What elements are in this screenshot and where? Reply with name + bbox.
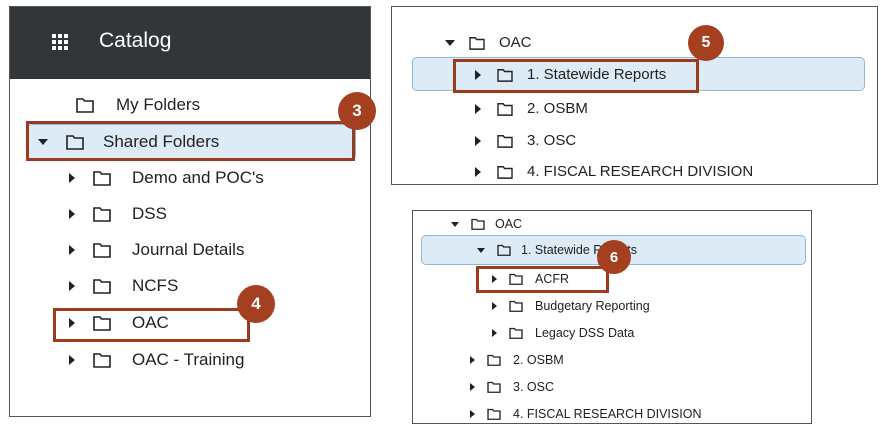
folder-icon <box>497 244 511 256</box>
tree-item-label: DSS <box>132 204 167 223</box>
chevron-down-icon[interactable] <box>445 39 455 46</box>
chevron-right-icon[interactable] <box>69 209 75 219</box>
tree-item-oac[interactable]: OAC <box>445 34 532 51</box>
folder-icon <box>469 36 485 50</box>
catalog-title: Catalog <box>99 29 172 52</box>
tree-item-label: 2. OSBM <box>513 353 564 367</box>
folder-icon <box>509 327 523 339</box>
folder-icon <box>509 300 523 312</box>
tree-item-fiscal-research[interactable]: 4. FISCAL RESEARCH DIVISION <box>475 163 753 180</box>
chevron-right-icon[interactable] <box>69 245 75 255</box>
chevron-right-icon[interactable] <box>492 302 497 310</box>
tree-item-osc[interactable]: 3. OSC <box>470 380 554 394</box>
tree-item-label: 2. OSBM <box>527 100 588 117</box>
folder-icon <box>93 353 111 368</box>
folder-icon <box>497 102 513 116</box>
oac-panel: OAC 1. Statewide Reports 2. OSBM 3. OSC … <box>391 6 878 185</box>
chevron-right-icon[interactable] <box>470 356 475 364</box>
tree-item-journal-details[interactable]: Journal Details <box>69 240 244 260</box>
callout-box-acfr <box>476 266 609 293</box>
step-badge-4: 4 <box>237 285 275 323</box>
chevron-right-icon[interactable] <box>475 166 481 177</box>
callout-box-statewide-reports <box>453 59 699 93</box>
app-grid-icon[interactable] <box>52 34 68 50</box>
folder-icon <box>471 218 485 230</box>
tree-item-label: OAC <box>499 34 532 51</box>
tree-item-legacy-dss-data[interactable]: Legacy DSS Data <box>492 326 634 340</box>
catalog-header: Catalog <box>10 7 370 79</box>
chevron-right-icon[interactable] <box>69 281 75 291</box>
chevron-right-icon[interactable] <box>470 383 475 391</box>
tree-item-budgetary-reporting[interactable]: Budgetary Reporting <box>492 299 650 313</box>
folder-icon <box>93 171 111 186</box>
chevron-right-icon[interactable] <box>492 329 497 337</box>
tree-item-osbm[interactable]: 2. OSBM <box>475 100 588 117</box>
tree-item-label: 4. FISCAL RESEARCH DIVISION <box>527 163 754 180</box>
tree-item-osbm[interactable]: 2. OSBM <box>470 353 564 367</box>
tree-item-label: 3. OSC <box>527 132 577 149</box>
folder-icon <box>497 165 513 179</box>
tree-item-label: Legacy DSS Data <box>535 326 635 340</box>
tree-item-ncfs[interactable]: NCFS <box>69 276 178 296</box>
folder-icon <box>93 279 111 294</box>
catalog-panel: Catalog My Folders Shared Folders Demo a… <box>9 6 371 417</box>
tree-item-label: OAC <box>495 217 523 231</box>
tree-item-label: Budgetary Reporting <box>535 299 650 313</box>
callout-box-shared-folders <box>26 121 355 161</box>
tree-item-label: 4. FISCAL RESEARCH DIVISION <box>513 407 702 421</box>
chevron-right-icon[interactable] <box>470 410 475 418</box>
folder-icon <box>487 408 501 420</box>
tree-item-dss[interactable]: DSS <box>69 204 167 224</box>
chevron-down-icon[interactable] <box>451 221 459 227</box>
step-badge-3: 3 <box>338 92 376 130</box>
chevron-right-icon[interactable] <box>69 355 75 365</box>
tree-item-label: Journal Details <box>132 240 245 259</box>
tree-item-fiscal-research[interactable]: 4. FISCAL RESEARCH DIVISION <box>470 407 701 421</box>
tree-item-label: OAC - Training <box>132 350 245 369</box>
tree-item-my-folders[interactable]: My Folders <box>76 95 200 115</box>
step-badge-5: 5 <box>688 25 724 61</box>
tree-item-oac-training[interactable]: OAC - Training <box>69 350 244 370</box>
chevron-right-icon[interactable] <box>69 173 75 183</box>
tree-item-osc[interactable]: 3. OSC <box>475 132 576 149</box>
folder-icon <box>487 354 501 366</box>
tree-item-oac[interactable]: OAC <box>451 217 522 231</box>
step-badge-6: 6 <box>597 240 631 274</box>
chevron-down-icon[interactable] <box>477 247 485 253</box>
tree-item-label: My Folders <box>116 95 201 114</box>
chevron-right-icon[interactable] <box>475 103 481 114</box>
folder-icon <box>93 243 111 258</box>
tree-item-label: Demo and POC's <box>132 168 264 187</box>
folder-icon <box>487 381 501 393</box>
tree-item-label: NCFS <box>132 276 179 295</box>
chevron-right-icon[interactable] <box>475 135 481 146</box>
folder-icon <box>76 98 94 113</box>
tree-item-demo[interactable]: Demo and POC's <box>69 168 264 188</box>
folder-icon <box>497 134 513 148</box>
tree-item-label: 3. OSC <box>513 380 554 394</box>
callout-box-oac <box>53 308 250 342</box>
folder-icon <box>93 207 111 222</box>
